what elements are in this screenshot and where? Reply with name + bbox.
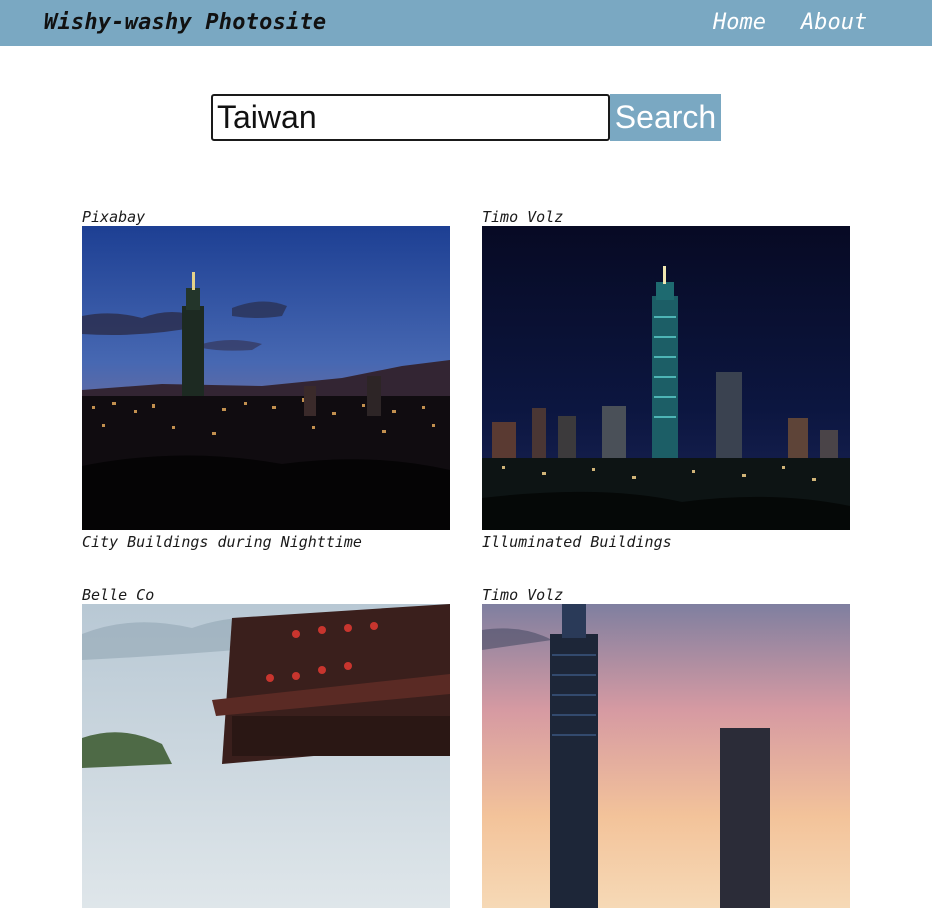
search-input[interactable]	[211, 94, 610, 141]
photo-card: Belle Co	[82, 586, 450, 911]
teahouse-photo	[82, 604, 450, 908]
nav-link-home[interactable]: Home	[713, 9, 766, 37]
photo-image[interactable]	[82, 604, 450, 908]
search-button[interactable]: Search	[610, 94, 721, 141]
tower-sunset-photo	[482, 604, 850, 908]
photo-image[interactable]	[482, 226, 850, 530]
photo-caption: City Buildings during Nighttime	[82, 533, 362, 551]
site-title[interactable]: Wishy-washy Photosite	[44, 9, 326, 37]
nav-link-about[interactable]: About	[801, 9, 867, 37]
photo-author: Belle Co	[82, 586, 155, 604]
photo-card: Timo Volz	[482, 208, 850, 551]
photo-author: Timo Volz	[482, 586, 564, 604]
photo-author: Pixabay	[82, 208, 146, 226]
city-night-photo	[82, 226, 450, 530]
top-navbar: Wishy-washy Photosite Home About	[0, 0, 932, 46]
photo-caption: Illuminated Buildings	[482, 533, 672, 551]
photo-image[interactable]	[82, 226, 450, 530]
photo-image[interactable]	[482, 604, 850, 908]
photo-card: Timo Volz	[482, 586, 850, 911]
photo-card: Pixabay City Buildings during Nighttime	[82, 208, 450, 551]
photo-author: Timo Volz	[482, 208, 564, 226]
city-night-photo	[482, 226, 850, 530]
